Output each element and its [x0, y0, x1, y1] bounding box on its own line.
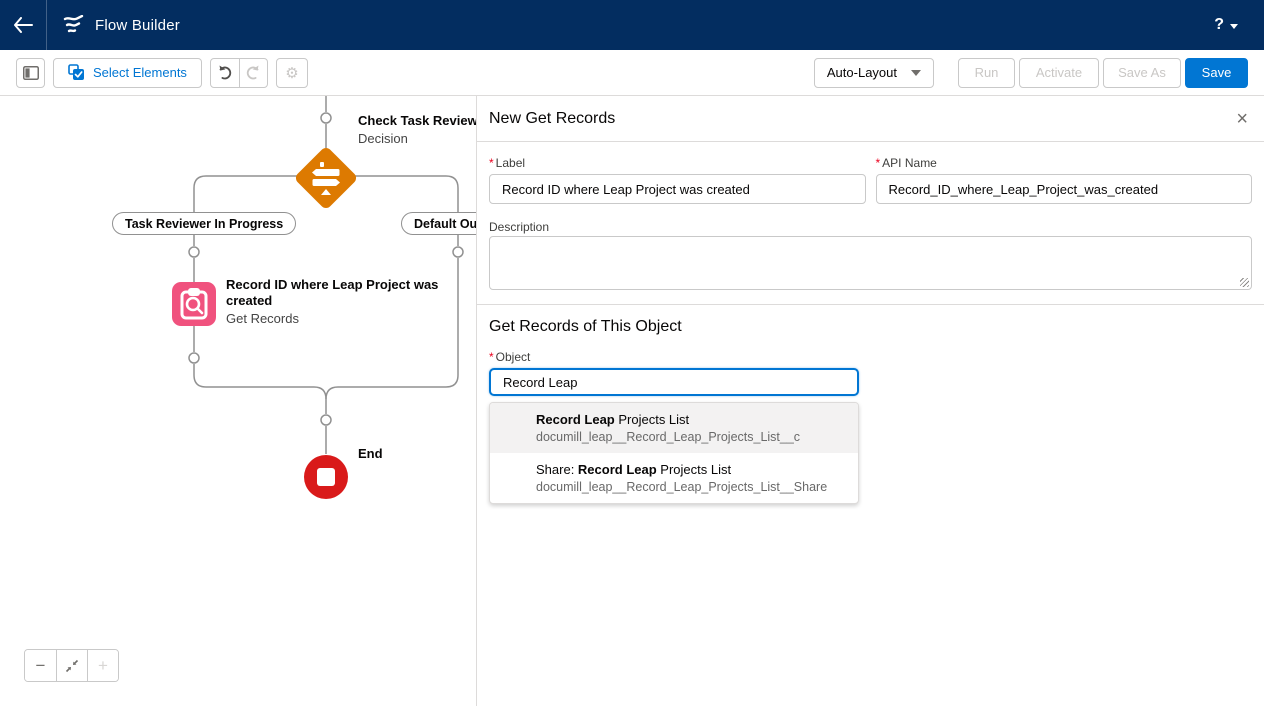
select-elements-button[interactable]: Select Elements — [53, 58, 202, 88]
activate-button[interactable]: Activate — [1019, 58, 1099, 88]
get-records-node-title: Record ID where Leap Project was created — [226, 277, 476, 308]
help-menu[interactable]: ? — [1214, 16, 1264, 34]
flow-connectors — [0, 96, 477, 706]
select-elements-label: Select Elements — [93, 65, 187, 80]
save-as-button[interactable]: Save As — [1103, 58, 1181, 88]
required-marker: * — [489, 350, 494, 364]
canvas-zoom-controls: − + — [24, 649, 119, 682]
object-field-label: *Object — [489, 350, 859, 364]
decision-node-type: Decision — [358, 131, 477, 146]
connector-add-node[interactable] — [321, 113, 331, 123]
redo-button[interactable] — [239, 59, 267, 87]
option-api-name: documill_leap__Record_Leap_Projects_List… — [536, 480, 846, 494]
plus-icon: + — [98, 656, 108, 676]
section-divider — [477, 304, 1264, 305]
branch-pill-task-reviewer-in-progress[interactable]: Task Reviewer In Progress — [112, 212, 296, 235]
connector-add-node[interactable] — [189, 353, 199, 363]
panel-header: New Get Records × — [477, 96, 1264, 142]
top-navbar: Flow Builder ? — [0, 0, 1264, 50]
label-field: *Label — [489, 156, 866, 204]
object-input[interactable] — [489, 368, 859, 396]
chevron-down-icon — [911, 70, 921, 76]
multi-select-icon — [68, 64, 85, 81]
object-dropdown-listbox: Record Leap Projects List documill_leap_… — [489, 402, 859, 504]
panel-toggle-icon — [23, 66, 39, 80]
required-marker: * — [876, 156, 881, 170]
decision-node-icon[interactable] — [293, 145, 358, 210]
back-arrow-icon — [13, 17, 33, 33]
zoom-in-button[interactable]: + — [87, 650, 118, 681]
auto-layout-dropdown[interactable]: Auto-Layout — [814, 58, 934, 88]
option-label: Share: Record Leap Projects List — [536, 462, 846, 477]
object-field: *Object — [489, 350, 859, 396]
help-icon[interactable]: ? — [1214, 16, 1224, 34]
description-input[interactable] — [489, 236, 1252, 290]
zoom-fit-button[interactable] — [56, 650, 87, 681]
api-name-field: *API Name — [876, 156, 1253, 204]
branch-pill-default-outcome[interactable]: Default Outcome — [401, 212, 477, 235]
auto-layout-label: Auto-Layout — [827, 65, 897, 80]
panel-body: *Label *API Name Description Get Records… — [477, 142, 1264, 504]
connector-add-node[interactable] — [321, 415, 331, 425]
label-field-label: *Label — [489, 156, 866, 170]
main-area: Check Task Reviewer Decision Task Review… — [0, 96, 1264, 706]
run-button[interactable]: Run — [958, 58, 1015, 88]
undo-button[interactable] — [211, 59, 239, 87]
end-node-label: End — [358, 446, 383, 461]
minus-icon: − — [36, 656, 46, 676]
new-get-records-panel: New Get Records × *Label *API Name — [477, 96, 1264, 706]
option-label: Record Leap Projects List — [536, 412, 846, 427]
app-title: Flow Builder — [95, 17, 180, 34]
undo-redo-group — [210, 58, 268, 88]
resize-grip-icon[interactable] — [1240, 278, 1249, 287]
api-name-input[interactable] — [876, 174, 1253, 204]
end-node-icon[interactable] — [304, 455, 348, 499]
zoom-out-button[interactable]: − — [25, 650, 56, 681]
label-input[interactable] — [489, 174, 866, 204]
get-records-node-type: Get Records — [226, 311, 476, 326]
connector-add-node[interactable] — [189, 247, 199, 257]
get-records-node-label: Record ID where Leap Project was created… — [226, 277, 476, 326]
help-caret-icon — [1230, 24, 1238, 29]
close-panel-button[interactable]: × — [1236, 109, 1248, 129]
get-records-node-icon[interactable] — [172, 282, 216, 326]
decision-node-label: Check Task Reviewer Decision — [358, 113, 477, 146]
connector-add-node[interactable] — [453, 247, 463, 257]
api-name-field-label: *API Name — [876, 156, 1253, 170]
required-marker: * — [489, 156, 494, 170]
flow-canvas[interactable]: Check Task Reviewer Decision Task Review… — [0, 96, 477, 706]
decision-node-title: Check Task Reviewer — [358, 113, 477, 128]
back-button[interactable] — [0, 0, 47, 50]
flow-settings-button[interactable]: ⚙ — [276, 58, 308, 88]
flow-builder-app: Flow Builder ? Select Elements — [0, 0, 1264, 706]
description-field-label: Description — [489, 220, 549, 234]
flow-toolbar: Select Elements ⚙ Auto-Layout — [0, 50, 1264, 96]
undo-icon — [217, 65, 233, 80]
option-api-name: documill_leap__Record_Leap_Projects_List… — [536, 430, 846, 444]
object-option-share-record-leap-projects-list[interactable]: Share: Record Leap Projects List documil… — [490, 453, 858, 503]
redo-icon — [245, 65, 261, 80]
gear-icon: ⚙ — [285, 64, 298, 82]
save-button[interactable]: Save — [1185, 58, 1248, 88]
section-title: Get Records of This Object — [489, 318, 1252, 336]
description-field: Description — [489, 218, 1252, 290]
panel-title: New Get Records — [489, 110, 615, 128]
toolbar-right-group: Auto-Layout Run Activate Save As Save — [814, 58, 1248, 88]
close-icon: × — [1236, 108, 1248, 130]
toggle-toolbox-button[interactable] — [16, 58, 45, 88]
object-option-record-leap-projects-list[interactable]: Record Leap Projects List documill_leap_… — [490, 403, 858, 453]
flow-builder-logo-icon — [63, 15, 85, 35]
fit-view-icon — [65, 659, 79, 673]
